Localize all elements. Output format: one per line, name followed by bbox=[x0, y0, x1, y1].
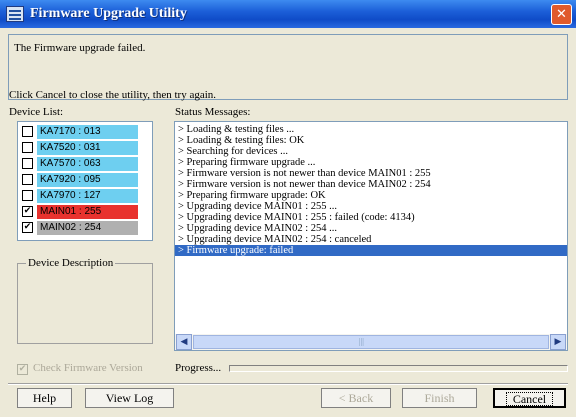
progress-label: Progress... bbox=[175, 362, 222, 374]
device-list-item[interactable]: KA7170 : 013 bbox=[22, 125, 143, 139]
view-log-button[interactable]: View Log bbox=[85, 388, 174, 408]
device-name: KA7970 : 127 bbox=[37, 189, 138, 203]
device-list-item[interactable]: KA7920 : 095 bbox=[22, 173, 143, 187]
firmware-upgrade-window: Firmware Upgrade Utility ✕ The Firmware … bbox=[0, 0, 576, 417]
back-button[interactable]: < Back bbox=[321, 388, 391, 408]
status-line[interactable]: > Preparing firmware upgrade ... bbox=[178, 157, 315, 168]
window-title: Firmware Upgrade Utility bbox=[30, 6, 187, 21]
close-button[interactable]: ✕ bbox=[551, 4, 572, 25]
device-checkbox[interactable] bbox=[22, 190, 33, 201]
status-line[interactable]: > Upgrading device MAIN02 : 254 ... bbox=[178, 223, 337, 234]
status-line[interactable]: > Searching for devices ... bbox=[178, 146, 288, 157]
device-list-label: Device List: bbox=[9, 106, 64, 118]
status-messages-list[interactable]: > Firmware upgrade: failed > Upgrading de… bbox=[174, 121, 568, 351]
cancel-button[interactable]: Cancel bbox=[493, 388, 566, 408]
device-checkbox[interactable] bbox=[22, 158, 33, 169]
title-bar[interactable]: Firmware Upgrade Utility ✕ bbox=[0, 0, 576, 28]
finish-button[interactable]: Finish bbox=[402, 388, 477, 408]
status-line[interactable]: > Upgrading device MAIN01 : 255 ... bbox=[178, 201, 337, 212]
scroll-left-button[interactable]: ◀ bbox=[176, 334, 192, 350]
check-firmware-label: Check Firmware Version bbox=[33, 362, 143, 374]
status-line[interactable]: > Upgrading device MAIN02 : 254 : cancel… bbox=[178, 234, 371, 245]
status-messages-label: Status Messages: bbox=[175, 106, 251, 118]
help-button[interactable]: Help bbox=[17, 388, 72, 408]
status-line[interactable]: > Firmware upgrade: failed bbox=[175, 245, 567, 256]
device-list-item[interactable]: KA7970 : 127 bbox=[22, 189, 143, 203]
status-line[interactable]: > Firmware version is not newer than dev… bbox=[178, 179, 431, 190]
close-icon: ✕ bbox=[556, 7, 567, 22]
device-description-label: Device Description bbox=[26, 257, 116, 269]
checkmark-icon: ✔ bbox=[18, 364, 27, 374]
app-icon bbox=[6, 6, 24, 22]
device-list[interactable]: KA7170 : 013 KA7520 : 031 KA7570 : 063 KA79… bbox=[17, 121, 153, 241]
device-checkbox[interactable] bbox=[22, 174, 33, 185]
scroll-thumb[interactable]: ||| bbox=[193, 335, 549, 349]
scroll-right-button[interactable]: ▶ bbox=[550, 334, 566, 350]
status-line[interactable]: > Preparing firmware upgrade: OK bbox=[178, 190, 326, 201]
device-checkbox[interactable] bbox=[22, 142, 33, 153]
device-name: MAIN01 : 255 bbox=[37, 205, 138, 219]
scroll-grip-icon: ||| bbox=[359, 337, 364, 346]
device-list-item[interactable]: KA7570 : 063 bbox=[22, 157, 143, 171]
device-name: KA7520 : 031 bbox=[37, 141, 138, 155]
device-checkbox[interactable]: ✔ bbox=[22, 206, 33, 217]
horizontal-scrollbar[interactable]: ◀ ||| ▶ bbox=[175, 334, 567, 350]
chevron-left-icon: ◀ bbox=[180, 337, 188, 347]
device-list-item[interactable]: ✔ MAIN02 : 254 bbox=[22, 221, 143, 235]
device-description-group bbox=[17, 263, 153, 344]
device-checkbox[interactable]: ✔ bbox=[22, 222, 33, 233]
status-line[interactable]: > Loading & testing files: OK bbox=[178, 135, 304, 146]
checkmark-icon: ✔ bbox=[23, 222, 32, 232]
check-firmware-checkbox[interactable]: ✔ bbox=[17, 364, 28, 375]
checkmark-icon: ✔ bbox=[23, 206, 32, 216]
device-list-item[interactable]: KA7520 : 031 bbox=[22, 141, 143, 155]
chevron-right-icon: ▶ bbox=[554, 337, 562, 347]
instruction-message: Click Cancel to close the utility, then … bbox=[9, 89, 217, 101]
device-name: KA7920 : 095 bbox=[37, 173, 138, 187]
device-list-item[interactable]: ✔ MAIN01 : 255 bbox=[22, 205, 143, 219]
status-line[interactable]: > Upgrading device MAIN01 : 255 : failed… bbox=[178, 212, 415, 223]
device-name: MAIN02 : 254 bbox=[37, 221, 138, 235]
status-line[interactable]: > Loading & testing files ... bbox=[178, 124, 294, 135]
result-message: The Firmware upgrade failed. bbox=[14, 42, 146, 54]
device-checkbox[interactable] bbox=[22, 126, 33, 137]
footer-separator bbox=[8, 383, 568, 385]
status-line[interactable]: > Firmware version is not newer than dev… bbox=[178, 168, 431, 179]
progress-bar bbox=[229, 365, 568, 372]
device-name: KA7170 : 013 bbox=[37, 125, 138, 139]
cancel-label: Cancel bbox=[505, 392, 554, 406]
device-name: KA7570 : 063 bbox=[37, 157, 138, 171]
